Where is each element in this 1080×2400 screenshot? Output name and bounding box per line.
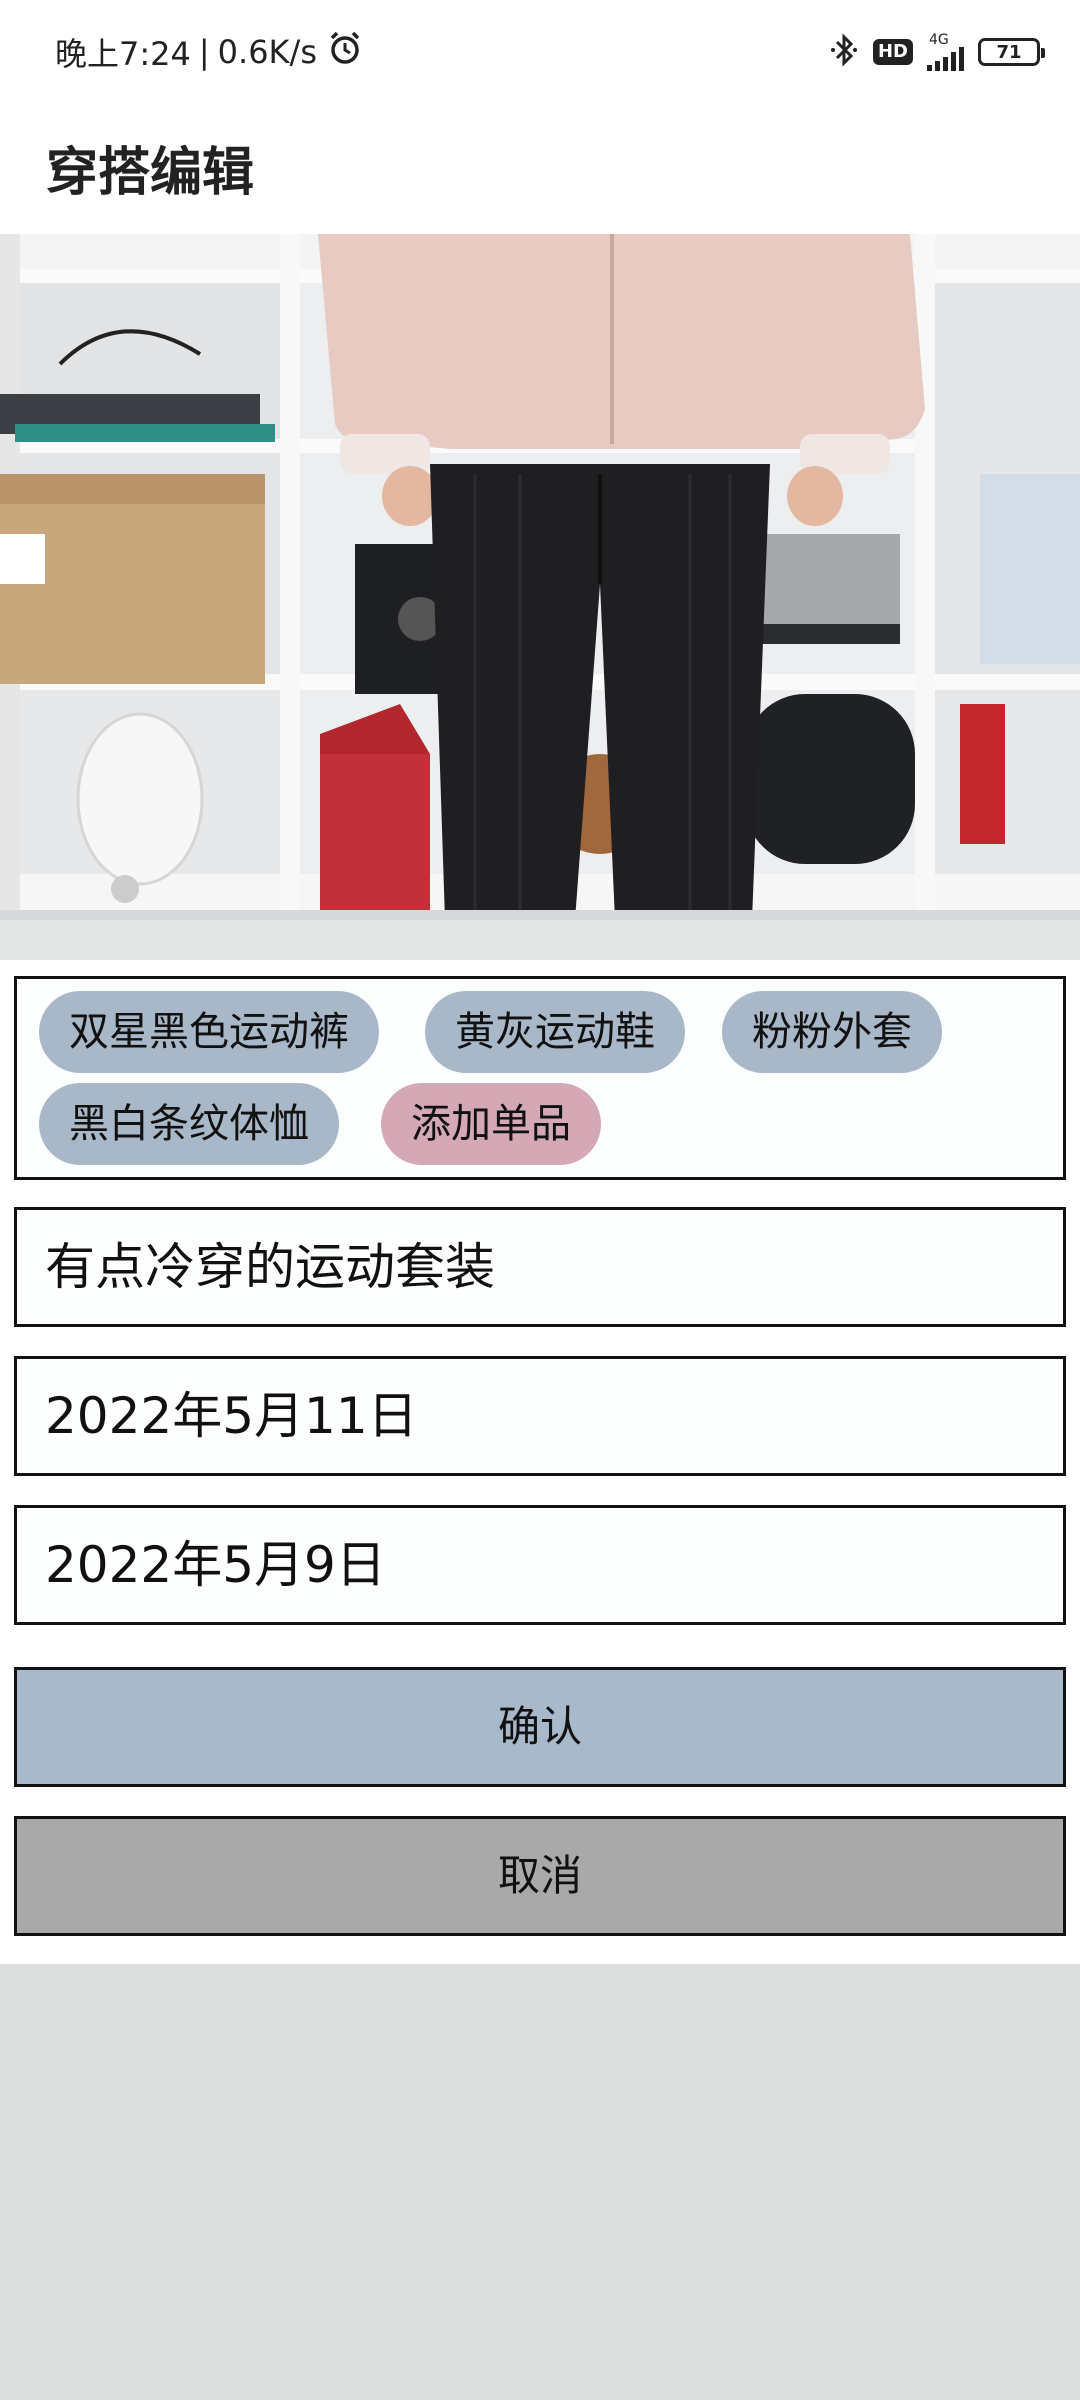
cancel-label: 取消 bbox=[497, 1851, 582, 1900]
item-chip[interactable]: 双星黑色运动裤 bbox=[39, 991, 379, 1073]
status-bar: 晚上7:24 | 0.6K/s HD 4G 71 bbox=[0, 0, 1080, 100]
page-title: 穿搭编辑 bbox=[46, 143, 255, 203]
item-tags-box: 双星黑色运动裤 黄灰运动鞋 粉粉外套 黑白条纹体恤 添加单品 bbox=[14, 976, 1066, 1180]
item-chip-label: 双星黑色运动裤 bbox=[69, 1009, 349, 1055]
item-chip-label: 粉粉外套 bbox=[752, 1009, 912, 1055]
screen: 晚上7:24 | 0.6K/s HD 4G 71 穿搭编辑 双星黑色运动裤 黄灰… bbox=[0, 0, 1080, 2400]
confirm-button[interactable]: 确认 bbox=[14, 1667, 1066, 1787]
item-chip-label: 黄灰运动鞋 bbox=[455, 1009, 655, 1055]
bluetooth-icon bbox=[829, 32, 859, 72]
status-right: HD 4G 71 bbox=[829, 28, 1045, 76]
item-chip[interactable]: 黑白条纹体恤 bbox=[39, 1083, 339, 1165]
section-divider bbox=[0, 920, 1080, 960]
alarm-icon bbox=[327, 30, 363, 74]
add-item-button[interactable]: 添加单品 bbox=[381, 1083, 601, 1165]
status-left: 晚上7:24 | 0.6K/s bbox=[55, 30, 363, 74]
date-field-2[interactable]: 2022年5月9日 bbox=[14, 1505, 1066, 1625]
outfit-description-field[interactable]: 有点冷穿的运动套装 bbox=[14, 1207, 1066, 1327]
status-time: 晚上7:24 bbox=[55, 35, 191, 73]
network-type: 4G bbox=[929, 32, 949, 48]
item-chip[interactable]: 黄灰运动鞋 bbox=[425, 991, 685, 1073]
network-speed: 0.6K/s bbox=[217, 33, 317, 71]
battery-icon: 71 bbox=[978, 38, 1045, 66]
date-field-1[interactable]: 2022年5月11日 bbox=[14, 1356, 1066, 1476]
date-value-1: 2022年5月11日 bbox=[45, 1387, 418, 1445]
outfit-description-value: 有点冷穿的运动套装 bbox=[45, 1238, 495, 1296]
hd-badge: HD bbox=[872, 39, 913, 65]
add-item-label: 添加单品 bbox=[411, 1101, 571, 1147]
signal-icon: 4G bbox=[927, 33, 964, 71]
form-panel: 双星黑色运动裤 黄灰运动鞋 粉粉外套 黑白条纹体恤 添加单品 有点冷穿的运动套装… bbox=[0, 960, 1080, 1964]
outfit-photo bbox=[0, 234, 1080, 920]
cancel-button[interactable]: 取消 bbox=[14, 1816, 1066, 1936]
battery-level: 71 bbox=[996, 41, 1022, 63]
item-chip-label: 黑白条纹体恤 bbox=[69, 1101, 309, 1147]
item-chip[interactable]: 粉粉外套 bbox=[722, 991, 942, 1073]
app-bar: 穿搭编辑 bbox=[0, 100, 1080, 234]
date-value-2: 2022年5月9日 bbox=[45, 1536, 386, 1594]
status-separator: | bbox=[198, 33, 210, 71]
confirm-label: 确认 bbox=[497, 1702, 582, 1751]
